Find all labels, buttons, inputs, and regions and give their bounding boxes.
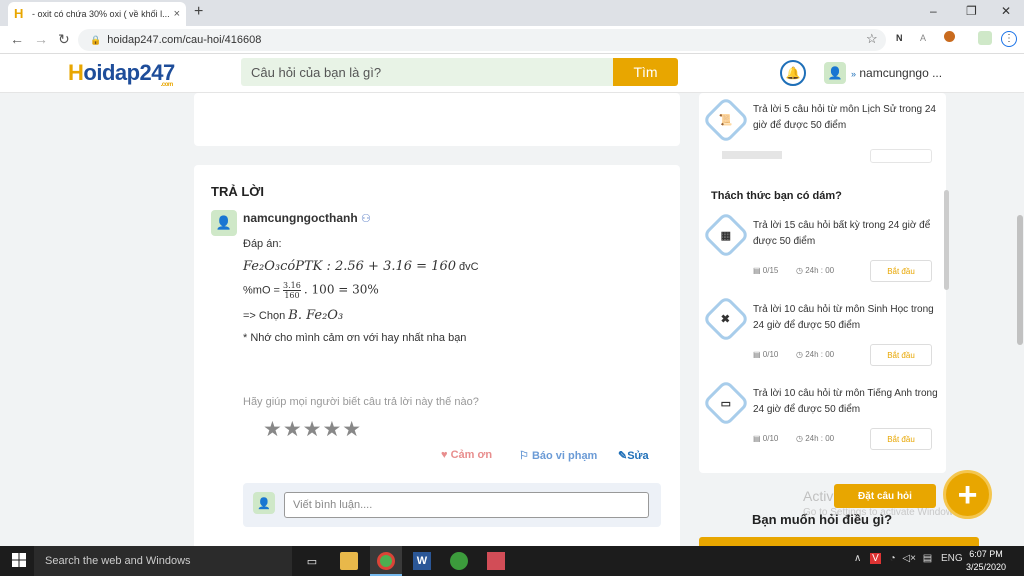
url-text: hoidap247.com/cau-hoi/416608 (107, 34, 262, 46)
answer-note: * Nhớ cho mình cảm ơn với hay nhất nha b… (243, 332, 467, 344)
answer-label: Đáp án: (243, 238, 282, 250)
faded-task-meta (722, 149, 932, 163)
notification-icon: ▤ (922, 553, 933, 564)
minimize-button[interactable]: – (930, 4, 937, 18)
user-avatar[interactable]: 👤 (824, 62, 846, 84)
fraction: 3.16 160 (283, 281, 301, 300)
extension-icon[interactable] (944, 31, 955, 42)
site-favicon-icon: H (14, 6, 24, 21)
clock-icon: ◷ (796, 350, 803, 359)
plus-icon[interactable]: + (943, 470, 992, 519)
tab-title: - oxit có chứa 30% oxi ( về khối l... (32, 9, 170, 19)
clock-icon: ◷ (796, 266, 803, 275)
network-icon: ◔ (889, 553, 896, 564)
task-text: Trả lời 5 câu hỏi từ môn Lịch Sử trong 2… (753, 104, 936, 131)
search-button[interactable]: Tìm (613, 58, 678, 86)
want-ask-heading: Bạn muốn hỏi điều gì? (752, 512, 893, 527)
report-button[interactable]: ⚐ Báo vi phạm (519, 449, 597, 462)
system-tray[interactable]: ∧ V ◔ ◁× ▤ ENG (854, 553, 963, 564)
extension-icon[interactable]: A (920, 33, 926, 43)
star-rating[interactable]: ★★★★★ (263, 417, 362, 442)
profile-avatar-icon[interactable] (978, 31, 992, 45)
answer-line-3: => Chọn B. Fe₂O₃ (243, 308, 344, 323)
task-view-icon[interactable]: ▭ (303, 552, 321, 570)
tab-close-icon[interactable]: × (174, 8, 180, 20)
back-arrow-icon[interactable]: ← (10, 31, 24, 47)
forward-arrow-icon[interactable]: → (34, 31, 48, 47)
lock-icon: 🔒 (90, 34, 102, 45)
app-icon[interactable] (450, 552, 468, 570)
edit-button[interactable]: ✎Sửa (618, 449, 649, 462)
word-icon[interactable]: W (413, 552, 431, 570)
task-time: ◷ 24h : 00 (796, 266, 835, 275)
thanks-button[interactable]: ♥ Cảm ơn (441, 449, 492, 461)
task-time: ◷ 24h : 00 (796, 350, 835, 359)
address-bar[interactable]: 🔒 hoidap247.com/cau-hoi/416608 (78, 29, 886, 51)
clipboard-icon: ▤ (753, 266, 761, 275)
bookmark-star-icon[interactable]: ☆ (866, 31, 878, 47)
task-time: ◷ 24h : 00 (796, 434, 835, 443)
heart-icon: ♥ (441, 449, 448, 461)
clock-icon: ◷ (796, 434, 803, 443)
reload-icon[interactable]: ↻ (58, 31, 70, 48)
site-logo[interactable]: Hoidap247 .com (68, 60, 175, 88)
extension-icon[interactable]: N (896, 33, 903, 43)
answer-heading: TRẢ LỜI (211, 184, 264, 199)
task-text: Trả lời 10 câu hỏi từ môn Sinh Học trong… (753, 304, 934, 331)
task-text: Trả lời 10 câu hỏi từ môn Tiếng Anh tron… (753, 388, 938, 415)
answer-line-1: Fe₂O₃cóPTK : 2.56 + 3.16 = 160 đvC (243, 259, 479, 274)
bell-icon[interactable]: 🔔 (780, 60, 806, 86)
windows-logo-icon[interactable] (12, 553, 26, 567)
comment-input[interactable]: Viết bình luận.... (284, 492, 649, 518)
task-progress: ▤ 0/10 (753, 350, 779, 359)
ask-banner[interactable] (699, 537, 979, 546)
task-progress: ▤ 0/15 (753, 266, 779, 275)
menu-dots-icon[interactable]: ⋮ (1001, 31, 1017, 47)
page-scrollbar[interactable] (1017, 215, 1023, 345)
author-avatar[interactable]: 👤 (211, 210, 237, 236)
start-task-button[interactable]: Bắt đầu (870, 260, 932, 282)
task-text: Trả lời 15 câu hỏi bất kỳ trong 24 giờ đ… (753, 220, 931, 247)
taskbar-clock[interactable]: 6:07 PM 3/25/2020 (966, 548, 1006, 574)
file-explorer-icon[interactable] (340, 552, 358, 570)
verified-badge-icon: ⚇ (361, 213, 371, 225)
new-tab-button[interactable]: + (194, 3, 203, 21)
commenter-avatar: 👤 (253, 492, 275, 514)
antivirus-icon: V (870, 553, 881, 564)
flag-icon: ⚐ (519, 450, 529, 462)
rating-prompt: Hãy giúp mọi người biết câu trả lời này … (243, 396, 479, 408)
language-indicator: ENG (940, 553, 963, 564)
ask-question-label[interactable]: Đặt câu hỏi (834, 484, 936, 508)
volume-icon: ◁× (902, 553, 916, 564)
chrome-icon[interactable] (377, 552, 395, 570)
clipboard-icon: ▤ (753, 350, 761, 359)
question-card (194, 93, 680, 146)
close-window-button[interactable]: ✕ (1001, 4, 1011, 18)
user-menu[interactable]: » namcungngo ... (851, 66, 942, 80)
challenge-title: Thách thức bạn có dám? (711, 190, 842, 202)
tray-chevron-icon: ∧ (854, 553, 862, 564)
sidebar-scrollbar[interactable] (944, 190, 949, 290)
chevron-down-icon: » (851, 69, 857, 79)
browser-tab[interactable]: H - oxit có chứa 30% oxi ( về khối l... … (8, 2, 186, 26)
maximize-button[interactable]: ❐ (966, 4, 977, 18)
task-progress: ▤ 0/10 (753, 434, 779, 443)
clipboard-icon: ▤ (753, 434, 761, 443)
start-task-button[interactable]: Bắt đầu (870, 428, 932, 450)
search-input[interactable]: Câu hỏi của bạn là gì? (241, 58, 613, 86)
app-icon[interactable] (487, 552, 505, 570)
start-task-button[interactable]: Bắt đầu (870, 344, 932, 366)
taskbar-search[interactable]: Search the web and Windows (34, 546, 292, 576)
author-name[interactable]: namcungngocthanh ⚇ (243, 211, 371, 225)
pencil-icon: ✎ (618, 450, 628, 462)
answer-line-2: %mO = 3.16 160 . 100 = 30% (243, 281, 379, 300)
